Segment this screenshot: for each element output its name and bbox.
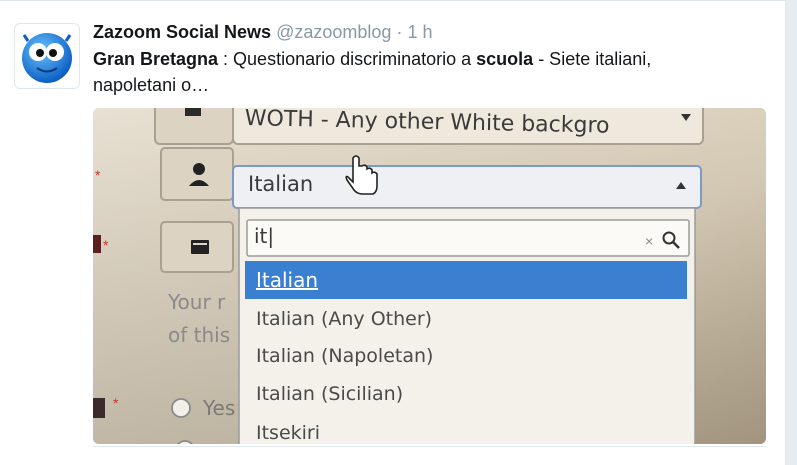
dropdown-option-3[interactable]: Italian (Sicilian) (256, 383, 403, 405)
book-icon (191, 240, 209, 254)
tweet-text: Gran Bretagna : Questionario discriminat… (93, 46, 733, 98)
side-text-line-2: of this (168, 323, 231, 347)
radio-icon (171, 398, 191, 418)
radio-label-yes: Yes (203, 396, 236, 420)
left-dark-1 (93, 235, 101, 253)
dropdown-search-input (246, 219, 690, 257)
dropdown-option-1[interactable]: Italian (Any Other) (256, 308, 432, 330)
text-part-1: : Questionario discriminatorio a (218, 49, 477, 69)
author-handle[interactable]: @zazoomblog (276, 22, 391, 42)
asterisk-2: * (103, 237, 109, 253)
nationality-select-value[interactable]: Italian (248, 172, 313, 196)
top-icon (185, 108, 201, 116)
author-name[interactable]: Zazoom Social News (93, 22, 271, 42)
timestamp[interactable]: 1 h (407, 22, 432, 42)
clear-icon: × (645, 233, 653, 249)
photo-drawing: * * × * (93, 108, 766, 444)
text-bold-gran-bretagna: Gran Bretagna (93, 49, 219, 69)
left-dark-2 (93, 398, 105, 418)
dropdown-option-4[interactable]: Itsekiri (256, 422, 320, 444)
divider (93, 446, 766, 447)
dropdown-search-value[interactable]: it| (254, 224, 274, 248)
side-text-line-1: Your r (168, 290, 226, 314)
dropdown-option-2[interactable]: Italian (Napoletan) (256, 345, 433, 367)
tweet-header: Zazoom Social News @zazoomblog · 1 h (93, 21, 432, 43)
asterisk-1: * (95, 167, 101, 183)
avatar[interactable] (14, 23, 80, 89)
text-bold-scuola: scuola (476, 49, 534, 69)
separator: · (396, 22, 403, 42)
avatar-logo-icon (22, 33, 72, 83)
asterisk-3: * (113, 395, 119, 411)
dropdown-option-0[interactable]: Italian (256, 268, 318, 292)
tweet-card[interactable]: Zazoom Social News @zazoomblog · 1 h Gra… (0, 0, 786, 465)
tweet-photo[interactable]: * * × * WOTH - Any other White backgro I… (93, 108, 766, 444)
